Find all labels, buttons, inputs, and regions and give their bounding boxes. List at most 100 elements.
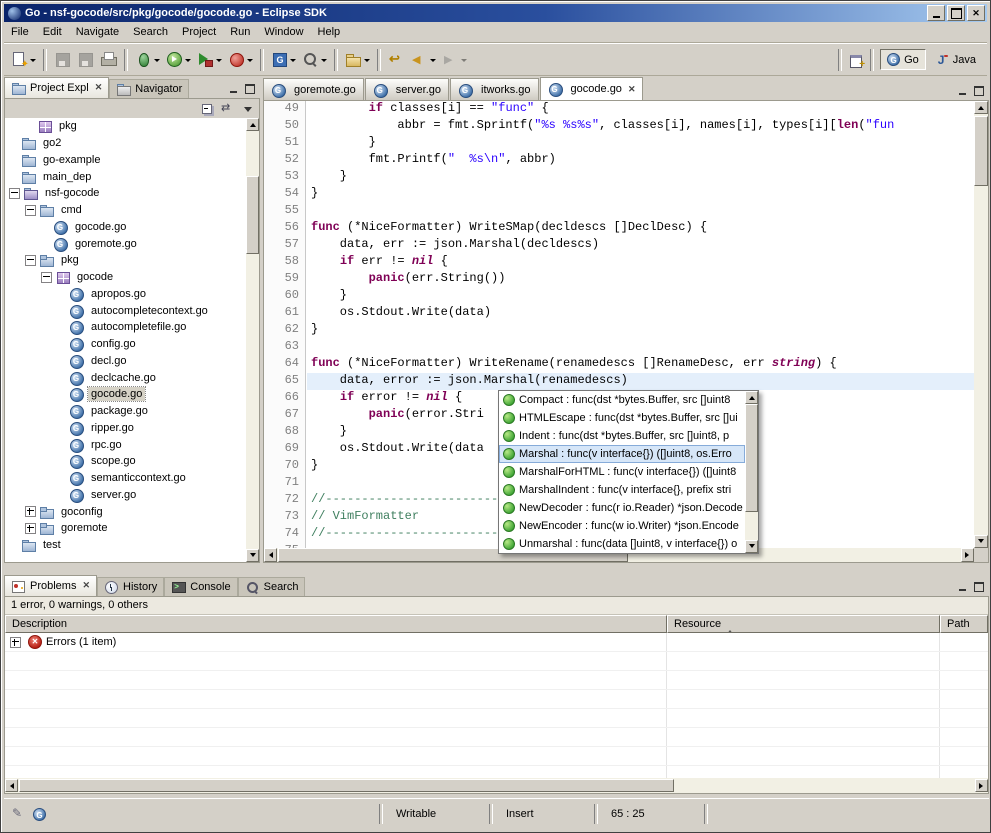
run-button[interactable] xyxy=(163,45,194,75)
open-task-button[interactable] xyxy=(342,45,373,75)
scroll-up-icon[interactable] xyxy=(974,101,988,114)
completion-item[interactable]: Unmarshal : func(data []uint8, v interfa… xyxy=(499,535,745,553)
scroll-right-icon[interactable] xyxy=(975,779,988,792)
expander-plus-icon[interactable] xyxy=(10,637,21,648)
close-tab-icon[interactable] xyxy=(80,580,90,591)
view-menu-icon[interactable] xyxy=(241,103,254,115)
search-button[interactable] xyxy=(299,45,330,75)
minimize-view-icon[interactable] xyxy=(956,85,969,97)
tree-item[interactable]: ripper.go xyxy=(5,420,246,437)
scroll-thumb[interactable] xyxy=(246,176,259,254)
explorer-tab-navigator[interactable]: Navigator xyxy=(109,79,189,98)
menu-edit[interactable]: Edit xyxy=(36,23,69,41)
expander-minus-icon[interactable] xyxy=(25,205,36,216)
expander-plus-icon[interactable] xyxy=(25,523,36,534)
tree-item[interactable]: package.go xyxy=(5,403,246,420)
completion-item[interactable]: Compact : func(dst *bytes.Buffer, src []… xyxy=(499,391,745,409)
tree-item[interactable]: apropos.go xyxy=(5,286,246,303)
completion-item[interactable]: Indent : func(dst *bytes.Buffer, src []u… xyxy=(499,427,745,445)
tree-item[interactable]: gocode.go xyxy=(5,386,246,403)
completion-item[interactable]: NewDecoder : func(r io.Reader) *json.Dec… xyxy=(499,499,745,517)
column-header-path[interactable]: Path xyxy=(940,615,988,633)
menu-help[interactable]: Help xyxy=(311,23,348,41)
back-button[interactable] xyxy=(408,45,439,75)
new-go-element-button[interactable] xyxy=(268,45,299,75)
tree-item[interactable]: decl.go xyxy=(5,353,246,370)
dropdown-arrow-icon[interactable] xyxy=(321,59,327,65)
link-with-editor-icon[interactable] xyxy=(221,103,235,115)
tree-item[interactable]: gocode xyxy=(5,269,246,286)
expander-minus-icon[interactable] xyxy=(41,272,52,283)
editor-tab-gocode-go[interactable]: gocode.go xyxy=(540,77,644,100)
column-header-description[interactable]: Description xyxy=(5,615,667,633)
line-number-ruler[interactable]: 4950515253545556575859606162636465666768… xyxy=(264,101,306,548)
completion-list[interactable]: Compact : func(dst *bytes.Buffer, src []… xyxy=(499,391,745,553)
perspective-go-button[interactable]: Go xyxy=(880,49,926,70)
editor-tab-itworks-go[interactable]: itworks.go xyxy=(450,78,539,100)
menu-project[interactable]: Project xyxy=(175,23,223,41)
tree-item[interactable]: cmd xyxy=(5,202,246,219)
print-button[interactable] xyxy=(97,45,120,75)
menu-run[interactable]: Run xyxy=(223,23,257,41)
completion-item[interactable]: MarshalIndent : func(v interface{}, pref… xyxy=(499,481,745,499)
maximize-view-icon[interactable] xyxy=(972,85,985,97)
minimize-button[interactable] xyxy=(927,5,945,21)
menu-navigate[interactable]: Navigate xyxy=(69,23,126,41)
open-perspective-button[interactable] xyxy=(846,45,866,75)
editor-tab-server-go[interactable]: server.go xyxy=(365,78,449,100)
tree-item[interactable]: declcache.go xyxy=(5,369,246,386)
scroll-up-icon[interactable] xyxy=(246,118,259,131)
tree-item[interactable]: autocompletefile.go xyxy=(5,319,246,336)
tree-item[interactable]: goremote.go xyxy=(5,235,246,252)
scroll-down-icon[interactable] xyxy=(745,540,758,553)
tree-item[interactable]: test xyxy=(5,537,246,554)
project-tree[interactable]: pkggo2go-examplemain_depnsf-gocodecmdgoc… xyxy=(5,118,259,562)
menu-file[interactable]: File xyxy=(4,23,36,41)
menu-window[interactable]: Window xyxy=(257,23,310,41)
collapse-all-icon[interactable] xyxy=(201,103,215,115)
explorer-tab-project-expl[interactable]: Project Expl xyxy=(4,77,109,98)
problems-horizontal-scrollbar[interactable] xyxy=(5,778,988,793)
completion-item[interactable]: HTMLEscape : func(dst *bytes.Buffer, src… xyxy=(499,409,745,427)
minimize-view-icon[interactable] xyxy=(956,581,969,593)
tree-item[interactable]: pkg xyxy=(5,118,246,135)
tree-item[interactable]: main_dep xyxy=(5,168,246,185)
tree-item[interactable]: rpc.go xyxy=(5,436,246,453)
tree-item[interactable]: pkg xyxy=(5,252,246,269)
tree-item[interactable]: gocode.go xyxy=(5,219,246,236)
tree-item[interactable]: semanticcontext.go xyxy=(5,470,246,487)
dropdown-arrow-icon[interactable] xyxy=(364,59,370,65)
tree-item[interactable]: goremote xyxy=(5,520,246,537)
tree-item[interactable]: nsf-gocode xyxy=(5,185,246,202)
scroll-down-icon[interactable] xyxy=(974,535,988,548)
view-tab-console[interactable]: Console xyxy=(164,577,237,596)
completion-item[interactable]: NewEncoder : func(w io.Writer) *json.Enc… xyxy=(499,517,745,535)
view-tab-history[interactable]: History xyxy=(97,577,164,596)
completion-item[interactable]: Marshal : func(v interface{}) ([]uint8, … xyxy=(499,445,745,463)
tree-item[interactable]: autocompletecontext.go xyxy=(5,302,246,319)
maximize-view-icon[interactable] xyxy=(972,581,985,593)
close-button[interactable]: ✕ xyxy=(967,5,985,21)
scroll-down-icon[interactable] xyxy=(246,549,259,562)
expander-minus-icon[interactable] xyxy=(25,255,36,266)
scroll-left-icon[interactable] xyxy=(264,548,277,562)
fast-view-icon[interactable] xyxy=(11,806,27,822)
dropdown-arrow-icon[interactable] xyxy=(216,59,222,65)
dropdown-arrow-icon[interactable] xyxy=(154,59,160,65)
expander-plus-icon[interactable] xyxy=(25,506,36,517)
profile-button[interactable] xyxy=(225,45,256,75)
problems-row[interactable]: Errors (1 item) xyxy=(5,633,988,652)
perspective-java-button[interactable]: Java xyxy=(928,49,983,71)
new-wizard-button[interactable] xyxy=(8,45,39,75)
close-tab-icon[interactable] xyxy=(626,84,636,95)
menu-search[interactable]: Search xyxy=(126,23,175,41)
dropdown-arrow-icon[interactable] xyxy=(461,59,467,65)
editor-vertical-scrollbar[interactable] xyxy=(974,101,988,548)
editor-tab-goremote-go[interactable]: goremote.go xyxy=(263,78,364,100)
dropdown-arrow-icon[interactable] xyxy=(30,59,36,65)
tree-item[interactable]: go-example xyxy=(5,152,246,169)
column-header-resource[interactable]: Resource xyxy=(667,615,940,633)
scroll-left-icon[interactable] xyxy=(5,779,18,792)
external-tools-button[interactable] xyxy=(194,45,225,75)
tree-item[interactable]: goconfig xyxy=(5,503,246,520)
